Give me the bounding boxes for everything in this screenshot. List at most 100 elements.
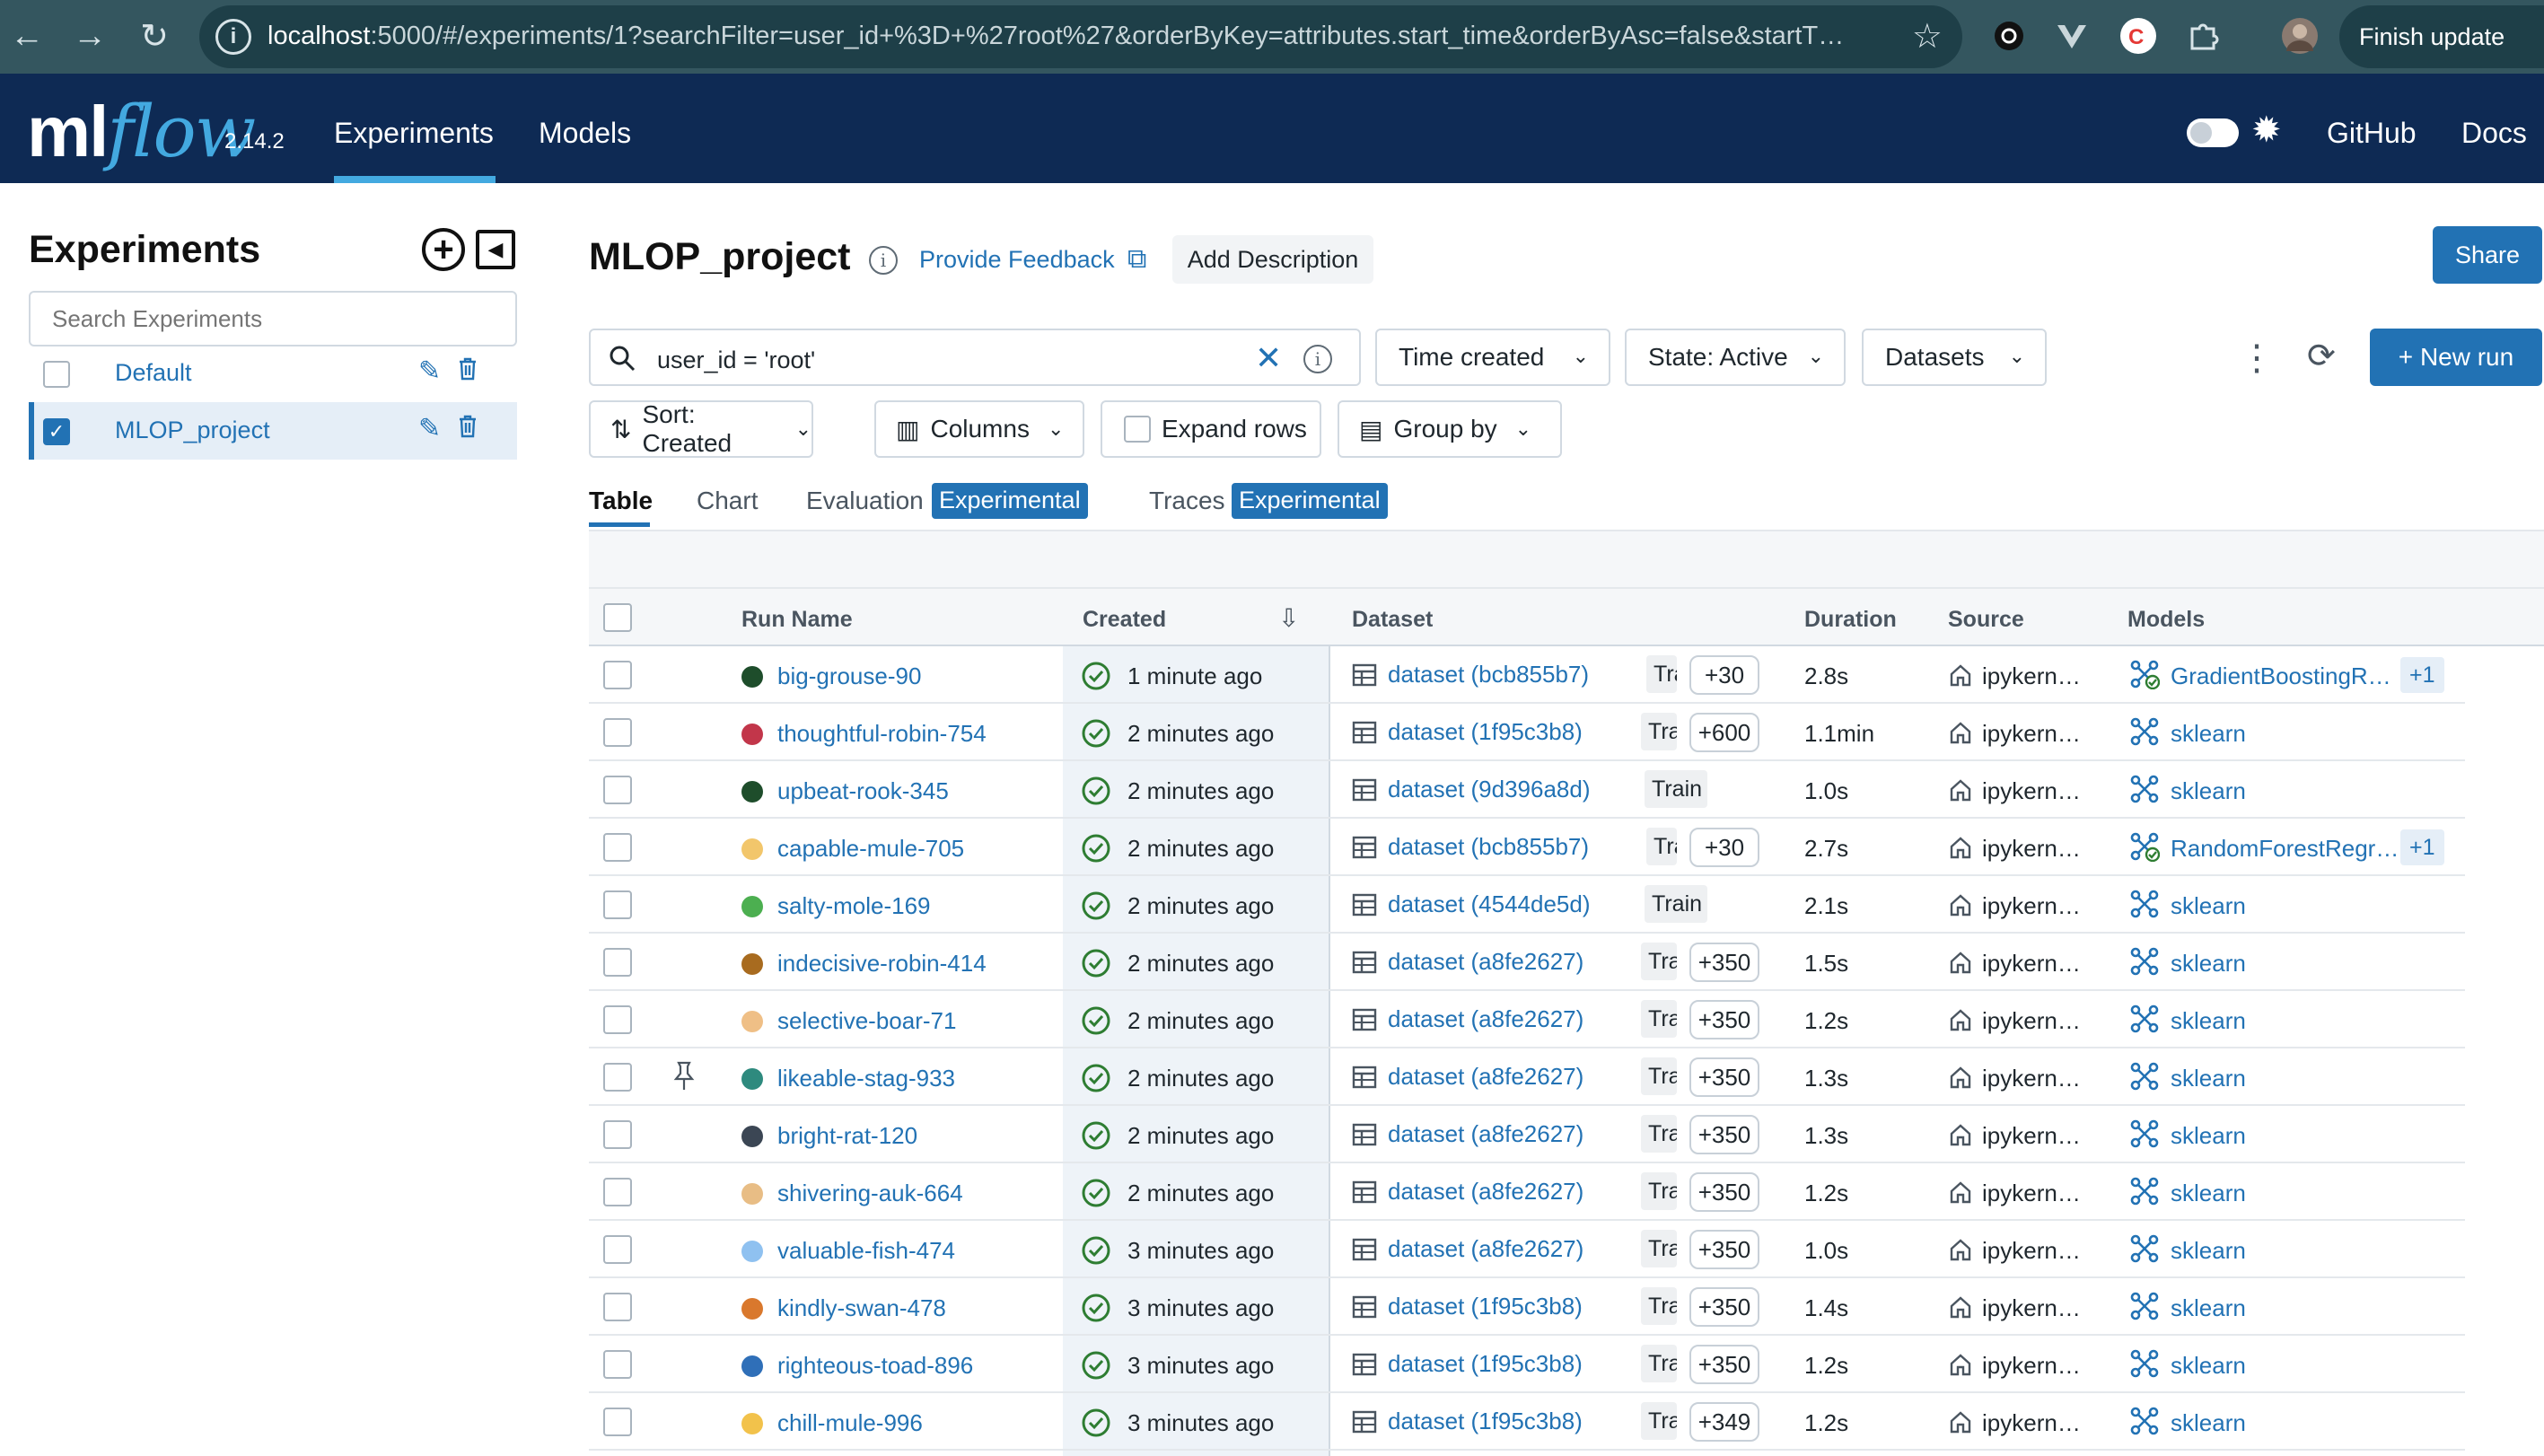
more-models-badge[interactable]: +1	[2400, 657, 2444, 693]
provide-feedback-link[interactable]: Provide Feedback	[919, 246, 1115, 274]
mlflow-logo[interactable]: mlflow	[27, 90, 256, 173]
table-row[interactable]: bright-rat-120 2 minutes ago dataset (a8fe…	[589, 1106, 2465, 1163]
nav-models[interactable]: Models	[539, 117, 631, 150]
reload-icon[interactable]: ↻	[127, 9, 181, 63]
dataset-link[interactable]: dataset (4544de5d)	[1388, 890, 1591, 918]
search-help-icon[interactable]: i	[1303, 345, 1332, 373]
run-color-dot[interactable]	[741, 1241, 763, 1262]
state-dropdown[interactable]: State: Active ⌄	[1625, 329, 1846, 386]
add-experiment-icon[interactable]: +	[422, 228, 465, 271]
run-name-link[interactable]: big-grouse-90	[777, 662, 921, 690]
pencil-icon[interactable]: ✎	[418, 413, 441, 444]
profile-avatar[interactable]	[2276, 13, 2323, 59]
experiment-item-mlop-project[interactable]: ✓ MLOP_project ✎	[29, 402, 517, 460]
source-value[interactable]: ipykern…	[1982, 1065, 2081, 1092]
table-row[interactable]: indecisive-robin-414 2 minutes ago dataset…	[589, 934, 2465, 991]
more-datasets-button[interactable]: +349	[1689, 1402, 1759, 1442]
run-color-dot[interactable]	[741, 1183, 763, 1205]
row-checkbox[interactable]	[603, 1293, 632, 1321]
column-header-models[interactable]: Models	[2127, 607, 2205, 633]
run-color-dot[interactable]	[741, 1126, 763, 1147]
dataset-link[interactable]: dataset (1f95c3b8)	[1388, 1350, 1583, 1378]
github-link[interactable]: GitHub	[2327, 117, 2417, 150]
model-link[interactable]: sklearn	[2171, 1409, 2246, 1437]
group-by-dropdown[interactable]: ▤ Group by ⌄	[1338, 400, 1562, 458]
more-models-badge[interactable]: +1	[2400, 829, 2444, 865]
run-color-dot[interactable]	[741, 1355, 763, 1377]
column-header-dataset[interactable]: Dataset	[1352, 607, 1433, 633]
more-datasets-button[interactable]: +350	[1689, 1345, 1759, 1384]
gear-icon[interactable]: ✹	[2251, 110, 2282, 151]
model-link[interactable]: RandomForestRegr…	[2171, 835, 2399, 863]
row-checkbox[interactable]	[603, 661, 632, 689]
run-name-link[interactable]: kindly-swan-478	[777, 1294, 946, 1322]
row-checkbox[interactable]	[603, 718, 632, 747]
vue-devtools-icon[interactable]	[2048, 13, 2095, 59]
forward-icon[interactable]: →	[63, 9, 117, 63]
trash-icon[interactable]	[458, 415, 478, 438]
expand-rows-toggle[interactable]: Expand rows	[1101, 400, 1321, 458]
dataset-link[interactable]: dataset (a8fe2627)	[1388, 1120, 1583, 1148]
tab-traces[interactable]: Traces	[1149, 487, 1225, 515]
row-checkbox[interactable]	[603, 833, 632, 862]
source-value[interactable]: ipykern…	[1982, 1237, 2081, 1265]
model-link[interactable]: sklearn	[2171, 1180, 2246, 1207]
experiment-name[interactable]: MLOP_project	[115, 417, 270, 444]
table-row[interactable]: righteous-toad-896 3 minutes ago dataset (…	[589, 1336, 2465, 1393]
dataset-link[interactable]: dataset (9d396a8d)	[1388, 776, 1591, 803]
pin-icon[interactable]	[673, 1061, 695, 1092]
experiment-checkbox-checked[interactable]: ✓	[43, 418, 70, 445]
row-checkbox[interactable]	[603, 1235, 632, 1264]
more-datasets-button[interactable]: +350	[1689, 1057, 1759, 1097]
model-link[interactable]: sklearn	[2171, 950, 2246, 978]
model-link[interactable]: sklearn	[2171, 1352, 2246, 1380]
external-link-icon[interactable]: ⧉	[1127, 244, 1146, 275]
table-row[interactable]: valuable-fish-474 3 minutes ago dataset (a…	[589, 1221, 2465, 1278]
tab-evaluation[interactable]: Evaluation	[806, 487, 924, 515]
run-name-link[interactable]: chill-mule-996	[777, 1409, 923, 1437]
pencil-icon[interactable]: ✎	[418, 355, 441, 387]
nav-experiments[interactable]: Experiments	[334, 117, 494, 150]
run-color-dot[interactable]	[741, 896, 763, 917]
expand-rows-checkbox[interactable]	[1124, 416, 1151, 443]
run-search-input[interactable]: user_id = 'root' ✕ i	[589, 329, 1361, 386]
experiment-checkbox[interactable]	[43, 361, 70, 388]
run-name-link[interactable]: indecisive-robin-414	[777, 950, 987, 978]
more-datasets-button[interactable]: +350	[1689, 1287, 1759, 1327]
table-row[interactable]: chill-mule-996 3 minutes ago dataset (1f95…	[589, 1393, 2465, 1451]
docs-link[interactable]: Docs	[2461, 117, 2527, 150]
row-checkbox[interactable]	[603, 1063, 632, 1092]
run-name-link[interactable]: upbeat-rook-345	[777, 777, 949, 805]
more-datasets-button[interactable]: +350	[1689, 1230, 1759, 1269]
row-checkbox[interactable]	[603, 890, 632, 919]
source-value[interactable]: ipykern…	[1982, 1180, 2081, 1207]
run-color-dot[interactable]	[741, 838, 763, 860]
experiment-name[interactable]: Default	[115, 359, 192, 387]
source-value[interactable]: ipykern…	[1982, 1352, 2081, 1380]
time-created-dropdown[interactable]: Time created ⌄	[1375, 329, 1610, 386]
dataset-link[interactable]: dataset (bcb855b7)	[1388, 833, 1589, 861]
address-bar[interactable]: i localhost:5000/#/experiments/1?searchF…	[199, 5, 1962, 68]
back-icon[interactable]: ←	[0, 9, 54, 63]
extension-icon[interactable]	[1986, 13, 2032, 59]
model-link[interactable]: sklearn	[2171, 1237, 2246, 1265]
add-description-button[interactable]: Add Description	[1172, 235, 1373, 284]
more-datasets-button[interactable]: +30	[1689, 655, 1759, 695]
run-name-link[interactable]: righteous-toad-896	[777, 1352, 973, 1380]
source-value[interactable]: ipykern…	[1982, 1294, 2081, 1322]
refresh-icon[interactable]: ⟳	[2307, 336, 2336, 376]
run-name-link[interactable]: bright-rat-120	[777, 1122, 917, 1150]
source-value[interactable]: ipykern…	[1982, 892, 2081, 920]
clear-search-icon[interactable]: ✕	[1255, 339, 1282, 377]
site-info-icon[interactable]: i	[215, 19, 251, 55]
column-header-run-name[interactable]: Run Name	[741, 607, 853, 633]
source-value[interactable]: ipykern…	[1982, 777, 2081, 805]
table-row[interactable]: salty-mole-169 2 minutes ago dataset (4544…	[589, 876, 2465, 934]
run-color-dot[interactable]	[741, 1298, 763, 1320]
more-datasets-button[interactable]: +350	[1689, 1115, 1759, 1154]
source-value[interactable]: ipykern…	[1982, 1409, 2081, 1437]
source-value[interactable]: ipykern…	[1982, 662, 2081, 690]
extension-c-icon[interactable]: C	[2115, 13, 2162, 59]
row-checkbox[interactable]	[603, 1005, 632, 1034]
tab-chart[interactable]: Chart	[697, 487, 758, 515]
